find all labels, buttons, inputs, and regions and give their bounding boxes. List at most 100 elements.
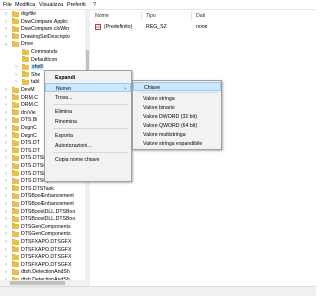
folder-icon (12, 162, 19, 169)
submenu-item-valore-multistringa[interactable]: Valore multistringa (133, 130, 221, 139)
tree-item-label: Commands (31, 49, 58, 55)
menu-preferiti[interactable]: Preferiti (67, 2, 86, 8)
status-bar (0, 286, 316, 296)
tree-item-label: DRM.C (21, 94, 39, 101)
folder-icon (12, 208, 19, 215)
new-submenu: Chiave Valore stringa Valore binario Val… (132, 80, 222, 150)
menu-separator (53, 104, 128, 105)
tree-item-label: DsgnC (21, 125, 37, 131)
tree-item-label: DsgnC (21, 132, 37, 139)
menu-item-rinomina[interactable]: Rinomina (45, 117, 131, 126)
submenu-item-valore-dword[interactable]: Valore DWORD (32 bit) (133, 112, 221, 121)
folder-icon (22, 48, 29, 55)
folder-icon (12, 200, 19, 207)
menu-item-autorizzazioni[interactable]: Autorizzazioni... (45, 141, 131, 150)
tree-item-label: dqyfile (21, 11, 36, 17)
tree-item-label: Drive (21, 41, 34, 48)
folder-icon (12, 147, 19, 154)
value-row[interactable]: ab (Predefinito) REG_SZ none (91, 23, 316, 31)
menu-item-elimina[interactable]: Elimina (45, 107, 131, 116)
folder-icon (12, 170, 19, 177)
menu-help[interactable]: ? (93, 2, 96, 8)
tree-item-label: DrawingSetDescripto (21, 33, 70, 40)
folder-icon (12, 132, 19, 139)
chevron-right-icon: › (124, 86, 126, 92)
folder-icon (12, 268, 19, 275)
menu-separator (53, 128, 128, 129)
tree-item-label: DTS.DTSTask (21, 185, 54, 192)
folder-icon (12, 18, 19, 25)
folder-icon (12, 215, 19, 222)
menu-item-esporta[interactable]: Esporta (45, 131, 131, 140)
tree-item-label: dtsh.DetectionAndSh (21, 269, 70, 276)
folder-icon (12, 10, 19, 17)
string-value-icon: ab (95, 23, 101, 30)
folder-icon (12, 94, 19, 101)
tree-item-label: DevM (21, 87, 35, 93)
folder-icon (12, 101, 19, 108)
tree-item-label: DefaultIcon (31, 56, 58, 63)
tree-item-label: DTSBoolEnhancement (21, 201, 74, 207)
submenu-item-valore-binario[interactable]: Valore binario (133, 103, 221, 112)
menu-item-trova[interactable]: Trova... (45, 93, 131, 102)
column-header-nome[interactable]: Nome (95, 13, 109, 19)
tree-item-label: DTS.Bi (21, 117, 38, 124)
folder-icon (12, 192, 19, 199)
folder-icon (12, 246, 19, 253)
menu-item-espandi[interactable]: Espandi (45, 73, 131, 82)
tree-item-label: DTSBoolEnhancement (21, 193, 74, 200)
folder-icon (22, 71, 29, 78)
column-divider[interactable] (141, 12, 142, 20)
submenu-item-valore-stringa[interactable]: Valore stringa (133, 94, 221, 103)
folder-icon (12, 154, 19, 161)
folder-icon (12, 238, 19, 245)
tree-item-label: DRM.C (21, 102, 39, 109)
folder-icon (12, 223, 19, 230)
folder-icon (22, 63, 29, 70)
tree-item-label: DTS.DT (21, 140, 40, 147)
menu-file[interactable]: File (3, 2, 12, 8)
folder-icon (12, 116, 19, 123)
tree-item-label: DTSFXAPO.DTSGFX (21, 239, 72, 245)
folder-icon (12, 124, 19, 131)
folder-icon (12, 261, 19, 268)
tree-item-label: DTS.DT (21, 147, 40, 154)
tree-item-label: DTSFXAPO.DTSGFX (21, 261, 72, 268)
tree-item-label: tabl (31, 79, 40, 86)
tree-item-label: DTSBoostDLL.DTSBoo (21, 216, 76, 223)
folder-icon (12, 253, 19, 260)
menu-bar: File Modifica Visualizza Preferiti ? (0, 0, 316, 10)
value-name: (Predefinito) (104, 24, 133, 30)
tree-item-label: She (31, 71, 41, 78)
menu-separator (53, 152, 128, 153)
tree-item-label: DTSBoostDLL.DTSBoo (21, 208, 76, 215)
folder-icon (12, 177, 19, 184)
tree-item-label: DTSFXAPO.DTSGFX (21, 254, 72, 261)
scroll-thumb[interactable] (10, 281, 65, 285)
folder-icon (12, 40, 19, 47)
folder-icon (12, 33, 19, 40)
folder-icon (12, 185, 19, 192)
menu-modifica[interactable]: Modifica (15, 2, 35, 8)
value-data: none (196, 24, 208, 30)
tree-item-label: DswCompare.Applic (21, 18, 68, 25)
folder-icon (22, 56, 29, 63)
folder-icon (12, 230, 19, 237)
menu-item-copia-nome-chiave[interactable]: Copia nome chiave (45, 155, 131, 164)
submenu-item-chiave[interactable]: Chiave (133, 82, 221, 91)
folder-icon (12, 25, 19, 32)
submenu-item-valore-stringa-espandibile[interactable]: Valore stringa espandibile (133, 139, 221, 148)
submenu-item-valore-qword[interactable]: Valore QWORD (64 bit) (133, 121, 221, 130)
menu-item-nuovo[interactable]: Nuovo › (45, 83, 131, 92)
tree-item-label: DTSGenComponents (21, 223, 71, 230)
folder-icon (12, 139, 19, 146)
menu-visualizza[interactable]: Visualizza (39, 2, 63, 8)
menu-separator (141, 92, 218, 93)
tree-item-label: DTSFXAPO.DTSGFX (21, 246, 72, 253)
value-type: REG_SZ (146, 24, 167, 30)
tree-item-label: DswCompare.clsWin (21, 26, 70, 33)
column-header-tipo[interactable]: Tipo (146, 13, 156, 19)
column-divider[interactable] (191, 12, 192, 20)
column-header-dati[interactable]: Dati (196, 13, 205, 19)
tree-item-label: shell (31, 64, 44, 71)
